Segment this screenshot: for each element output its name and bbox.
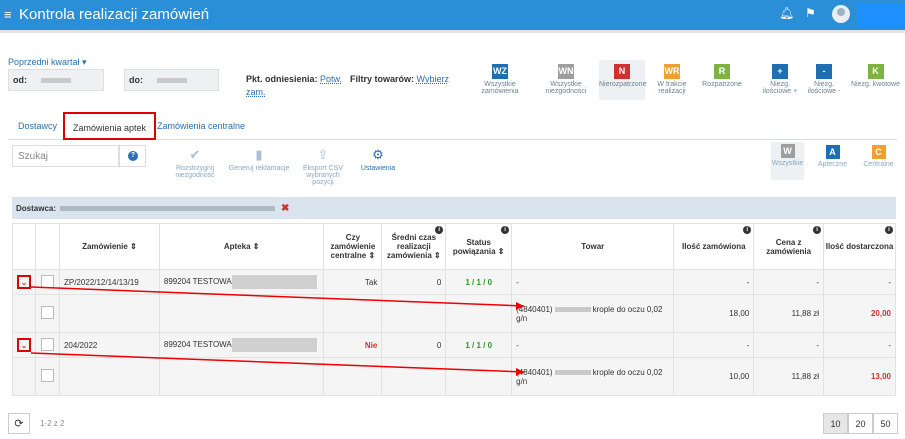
refresh-button[interactable]: ⟳ <box>8 413 30 434</box>
annotation-arrowhead <box>516 302 524 310</box>
page-size-10[interactable]: 10 <box>823 413 848 434</box>
page-size-20[interactable]: 20 <box>848 413 873 434</box>
page-size-50[interactable]: 50 <box>873 413 898 434</box>
annotation-arrow <box>30 352 525 373</box>
footer: ⟳ 1-2 z 2 10 20 50 <box>0 405 905 439</box>
annotation-arrow <box>30 286 525 307</box>
pagination-info: 1-2 z 2 <box>40 419 65 428</box>
annotation-arrowhead <box>516 368 524 376</box>
annotation-arrows <box>30 286 525 376</box>
